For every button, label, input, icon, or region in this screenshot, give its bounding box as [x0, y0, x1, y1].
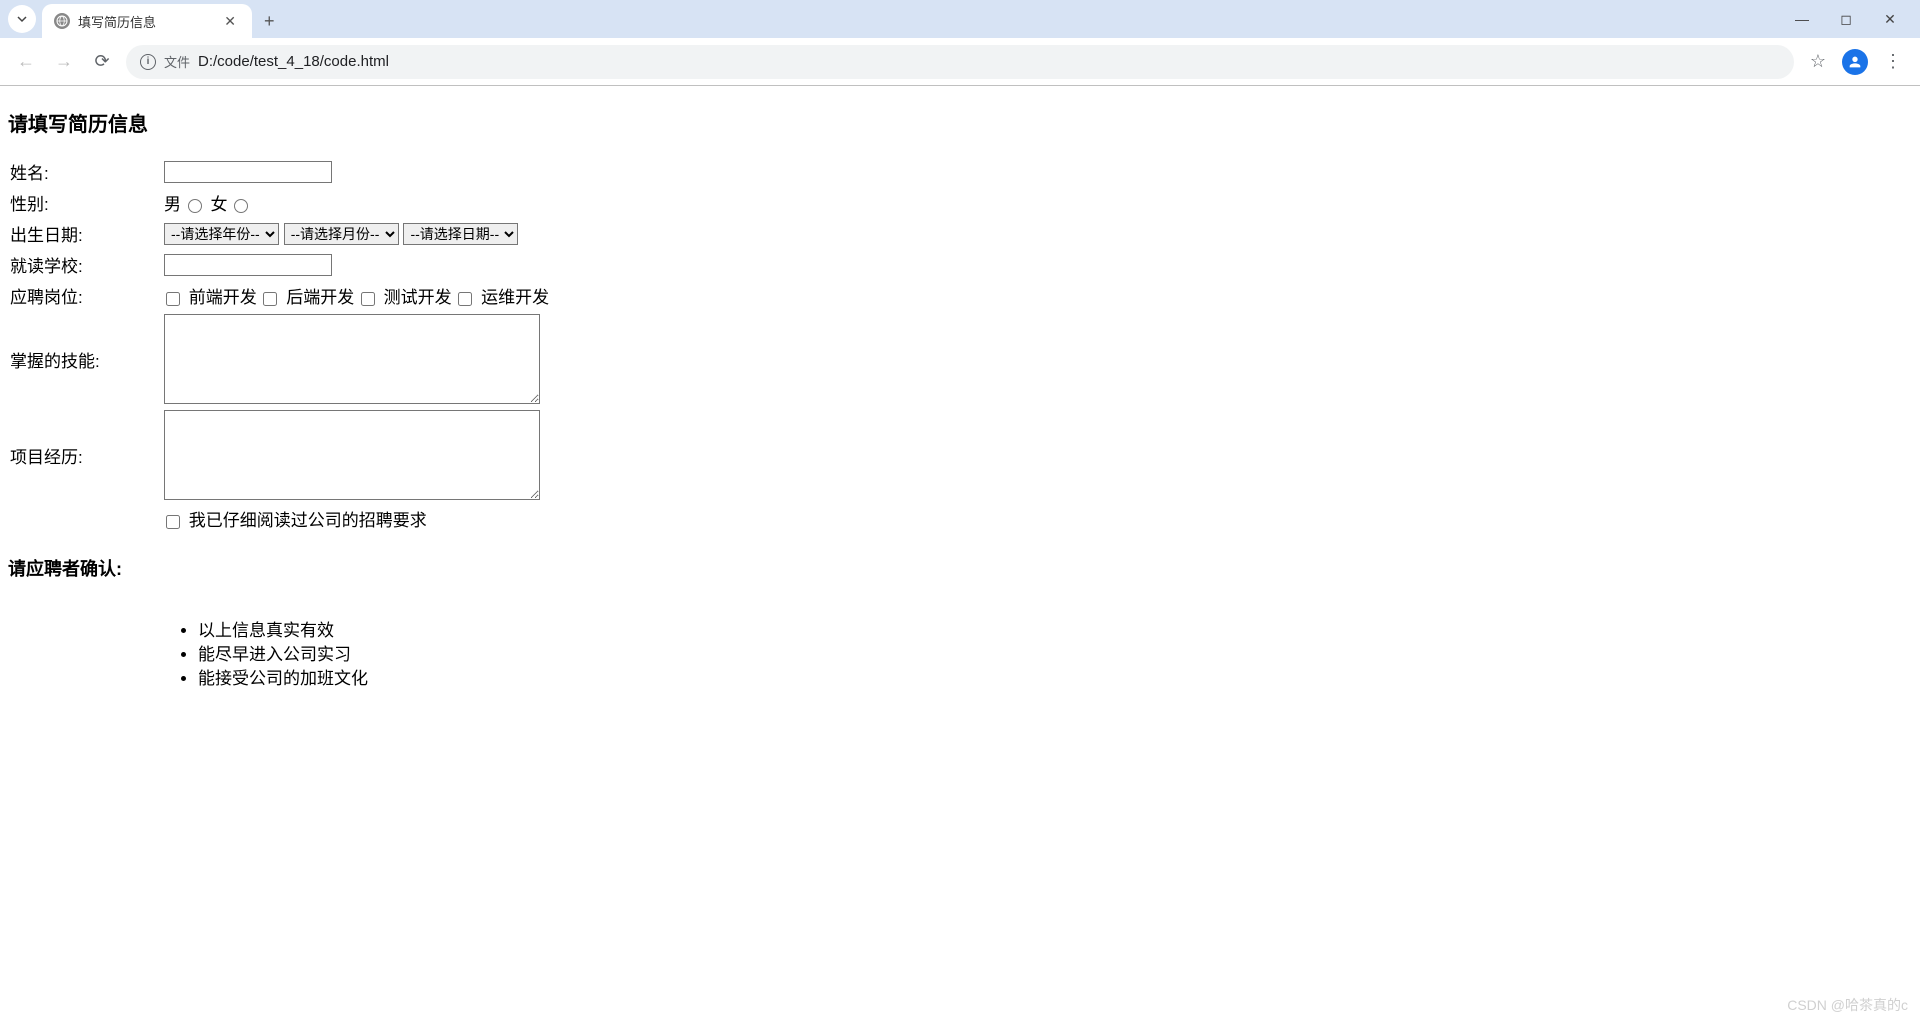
tab-bar: 填写简历信息 ✕ + — ◻ ✕	[0, 0, 1920, 38]
label-name: 姓名:	[10, 157, 162, 186]
page-body: 请填写简历信息 姓名: 性别: 男 女 出生日期: --请选择年份-- --请选…	[0, 86, 1920, 698]
minimize-button[interactable]: —	[1792, 11, 1812, 27]
watermark: CSDN @哈茶真的c	[1787, 995, 1908, 1015]
browser-chrome: 填写简历信息 ✕ + — ◻ ✕ ← → ⟳ i 文件 D:/code/test…	[0, 0, 1920, 86]
gender-female-label: 女	[210, 195, 227, 214]
position-test-label: 测试开发	[384, 288, 452, 307]
close-window-button[interactable]: ✕	[1880, 11, 1900, 28]
profile-button[interactable]	[1842, 49, 1868, 75]
info-icon: i	[140, 54, 156, 70]
list-item: 以上信息真实有效	[198, 619, 1912, 643]
bookmark-star-icon[interactable]: ☆	[1804, 51, 1832, 72]
tab-title: 填写简历信息	[78, 12, 212, 31]
label-birth: 出生日期:	[10, 219, 162, 248]
gender-male-label: 男	[164, 195, 181, 214]
label-skills: 掌握的技能:	[10, 312, 162, 406]
skills-textarea[interactable]	[164, 314, 540, 404]
resume-form: 姓名: 性别: 男 女 出生日期: --请选择年份-- --请选择月份-- --…	[8, 155, 551, 535]
forward-button[interactable]: →	[50, 48, 78, 76]
birth-month-select[interactable]: --请选择月份--	[284, 223, 399, 245]
label-projects: 项目经历:	[10, 408, 162, 502]
agree-label: 我已仔细阅读过公司的招聘要求	[189, 511, 427, 530]
gender-female-radio[interactable]	[234, 199, 248, 213]
tab-search-button[interactable]	[8, 5, 36, 33]
position-test-checkbox[interactable]	[361, 292, 375, 306]
position-ops-checkbox[interactable]	[458, 292, 472, 306]
agree-checkbox[interactable]	[166, 515, 180, 529]
close-icon[interactable]: ✕	[220, 11, 240, 32]
list-item: 能接受公司的加班文化	[198, 667, 1912, 691]
name-input[interactable]	[164, 161, 332, 183]
position-frontend-checkbox[interactable]	[166, 292, 180, 306]
label-gender: 性别:	[10, 188, 162, 217]
position-ops-label: 运维开发	[481, 288, 549, 307]
maximize-button[interactable]: ◻	[1836, 11, 1856, 28]
school-input[interactable]	[164, 254, 332, 276]
label-school: 就读学校:	[10, 250, 162, 279]
page-title: 请填写简历信息	[8, 108, 1912, 137]
back-button[interactable]: ←	[12, 48, 40, 76]
birth-day-select[interactable]: --请选择日期--	[403, 223, 518, 245]
url-input[interactable]: i 文件 D:/code/test_4_18/code.html	[126, 45, 1794, 79]
window-controls: — ◻ ✕	[1792, 11, 1920, 28]
url-scheme-label: 文件	[164, 52, 190, 71]
reload-button[interactable]: ⟳	[88, 48, 116, 76]
browser-tab[interactable]: 填写简历信息 ✕	[42, 4, 252, 38]
projects-textarea[interactable]	[164, 410, 540, 500]
position-frontend-label: 前端开发	[189, 288, 257, 307]
position-backend-label: 后端开发	[286, 288, 354, 307]
new-tab-button[interactable]: +	[252, 11, 287, 32]
globe-icon	[54, 13, 70, 29]
confirm-list: 以上信息真实有效 能尽早进入公司实习 能接受公司的加班文化	[198, 619, 1912, 690]
position-backend-checkbox[interactable]	[263, 292, 277, 306]
url-text: D:/code/test_4_18/code.html	[198, 53, 389, 70]
birth-year-select[interactable]: --请选择年份--	[164, 223, 279, 245]
confirm-heading: 请应聘者确认:	[8, 555, 1912, 581]
list-item: 能尽早进入公司实习	[198, 643, 1912, 667]
gender-male-radio[interactable]	[188, 199, 202, 213]
address-bar: ← → ⟳ i 文件 D:/code/test_4_18/code.html ☆…	[0, 38, 1920, 85]
kebab-menu-icon[interactable]: ⋮	[1878, 51, 1908, 72]
label-position: 应聘岗位:	[10, 281, 162, 310]
